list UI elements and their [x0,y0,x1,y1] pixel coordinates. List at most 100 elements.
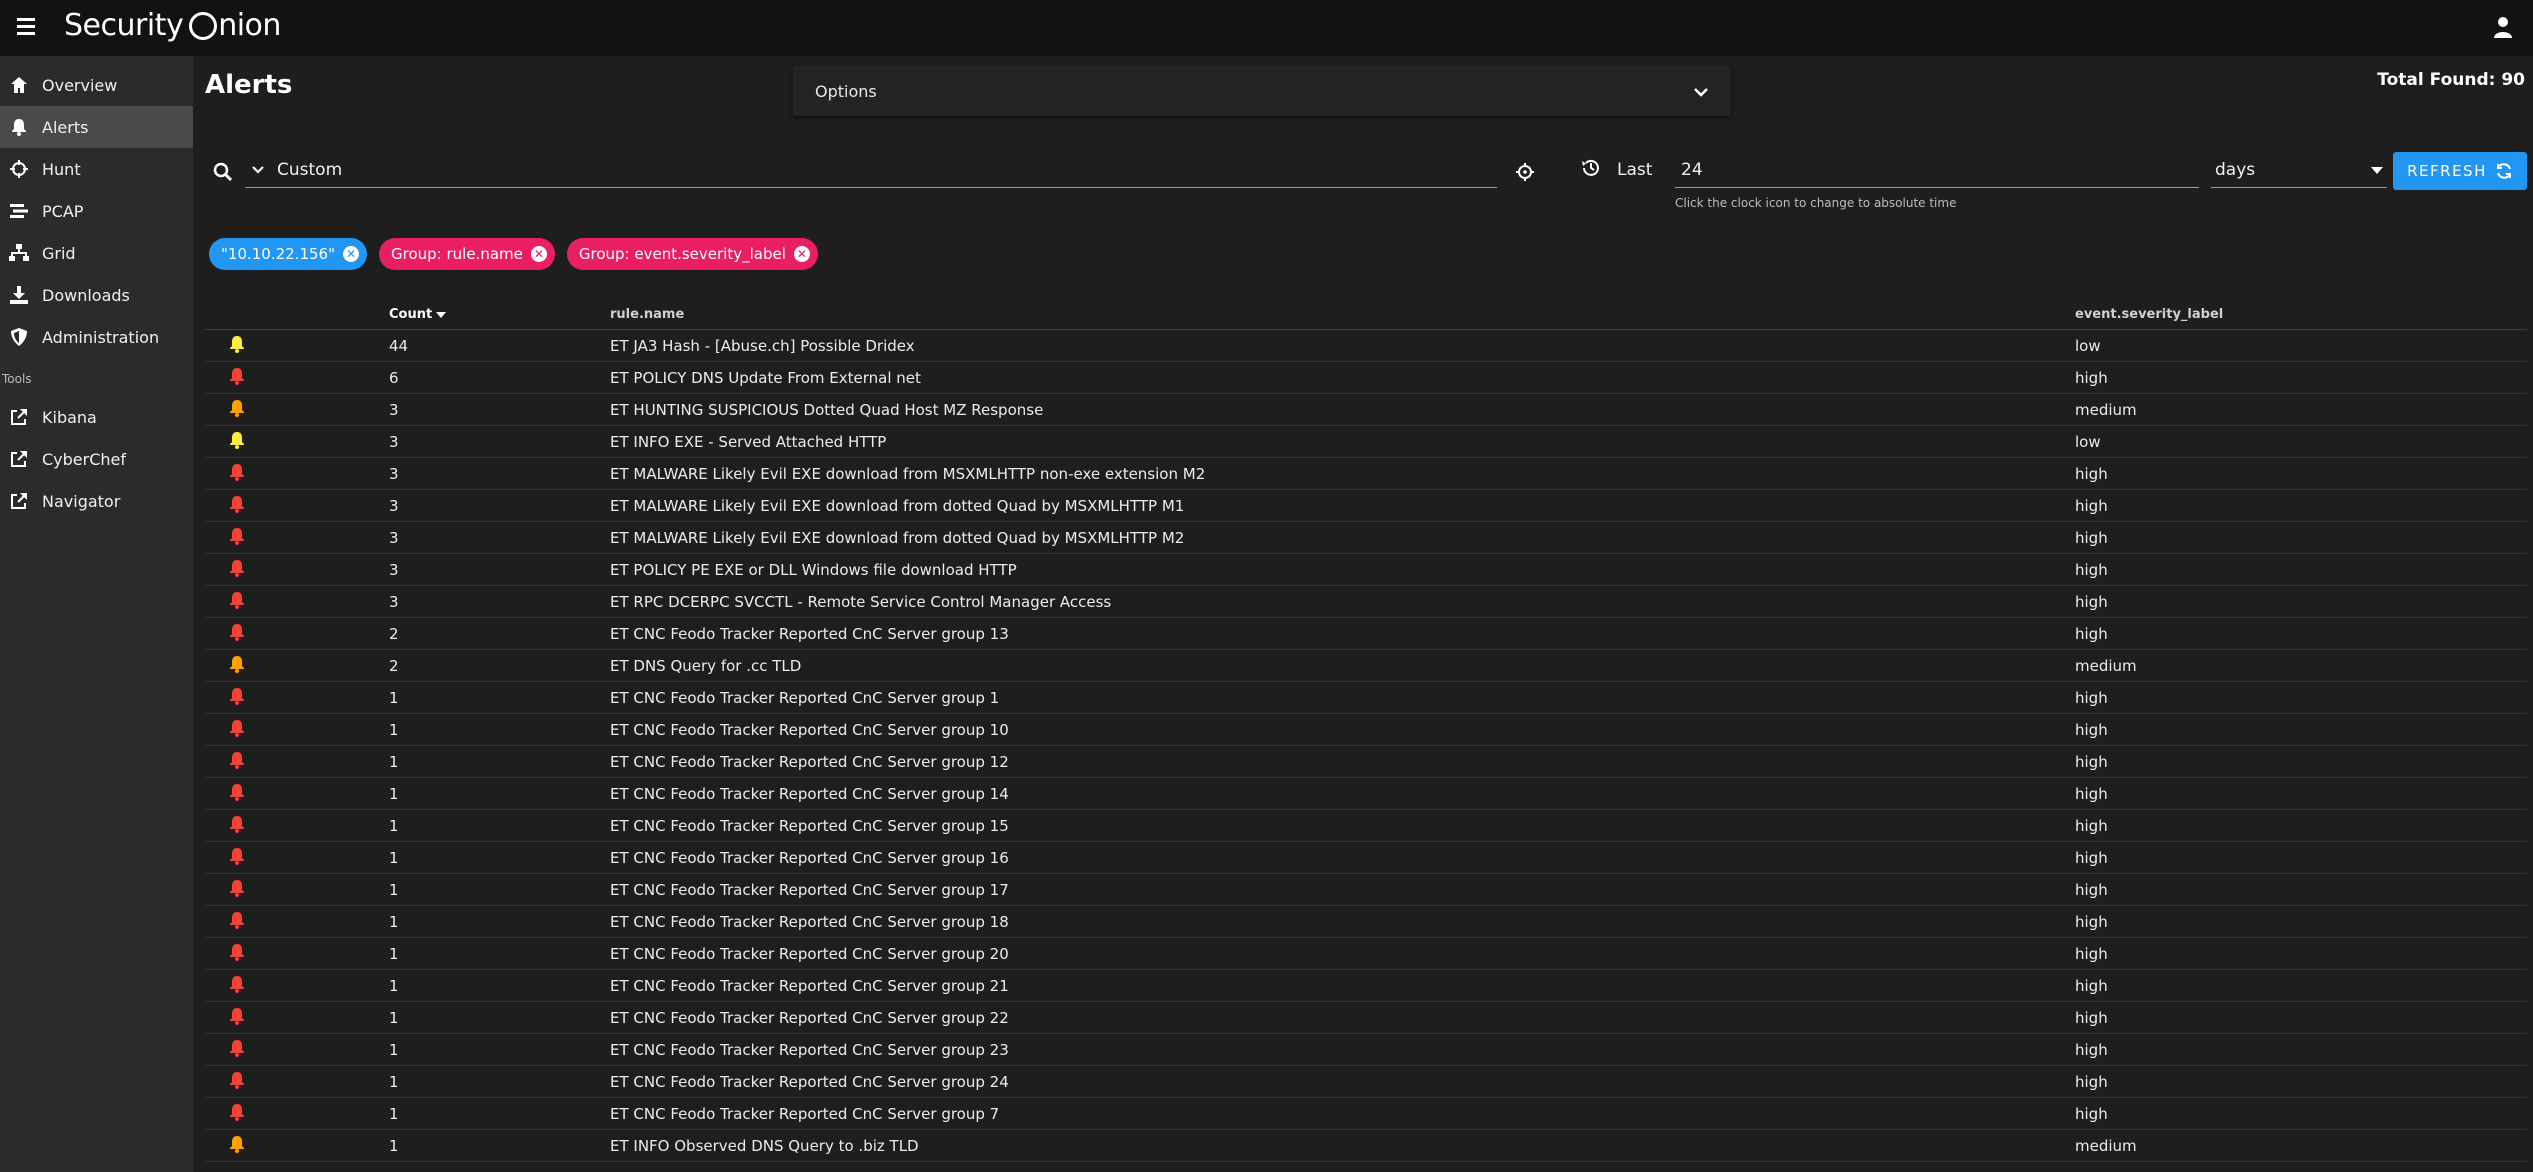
cell-severity[interactable]: high [2075,945,2527,963]
cell-count[interactable]: 1 [389,1137,610,1155]
user-account-icon[interactable] [2491,14,2515,40]
column-header-count[interactable]: Count [389,307,610,322]
cell-count[interactable]: 1 [389,1105,610,1123]
cell-severity[interactable]: medium [2075,1137,2527,1155]
bell-icon[interactable] [229,1071,245,1089]
cell-severity[interactable]: high [2075,561,2527,579]
cell-severity[interactable]: high [2075,849,2527,867]
cell-severity[interactable]: medium [2075,401,2527,419]
cell-count[interactable]: 6 [389,369,610,387]
sidebar-item-navigator[interactable]: Navigator [0,480,193,522]
filter-chip-ip[interactable]: "10.10.22.156" ✕ [209,238,367,270]
column-header-rule-name[interactable]: rule.name [610,307,2075,322]
table-row[interactable]: 1 ET INFO Observed DNS Query to .biz TLD m… [205,1130,2527,1162]
cell-severity[interactable]: high [2075,369,2527,387]
cell-rule-name[interactable]: ET MALWARE Likely Evil EXE download from… [610,497,2075,515]
cell-rule-name[interactable]: ET HUNTING SUSPICIOUS Dotted Quad Host M… [610,401,2075,419]
group-chip-rule-name[interactable]: Group: rule.name ✕ [379,238,555,270]
cell-severity[interactable]: high [2075,689,2527,707]
table-row[interactable]: 3 ET MALWARE Likely Evil EXE download fro… [205,522,2527,554]
bell-icon[interactable] [229,879,245,897]
bell-icon[interactable] [229,623,245,641]
table-row[interactable]: 6 ET POLICY DNS Update From External net h… [205,362,2527,394]
bell-icon[interactable] [229,687,245,705]
cell-rule-name[interactable]: ET INFO EXE - Served Attached HTTP [610,433,2075,451]
cell-count[interactable]: 1 [389,753,610,771]
cell-severity[interactable]: high [2075,817,2527,835]
cell-severity[interactable]: high [2075,753,2527,771]
cell-count[interactable]: 1 [389,785,610,803]
search-icon[interactable] [213,162,235,184]
time-unit-select[interactable]: days [2211,152,2387,188]
cell-rule-name[interactable]: ET CNC Feodo Tracker Reported CnC Server… [610,849,2075,867]
cell-rule-name[interactable]: ET MALWARE Likely Evil EXE download from… [610,529,2075,547]
table-row[interactable]: 1 ET CNC Feodo Tracker Reported CnC Serve… [205,1066,2527,1098]
cell-count[interactable]: 3 [389,401,610,419]
cell-count[interactable]: 1 [389,1041,610,1059]
refresh-button[interactable]: REFRESH [2393,152,2527,190]
security-onion-logo[interactable]: Security nion [64,8,281,43]
sidebar-item-kibana[interactable]: Kibana [0,396,193,438]
table-row[interactable]: 1 ET CNC Feodo Tracker Reported CnC Serve… [205,746,2527,778]
cell-severity[interactable]: low [2075,337,2527,355]
cell-count[interactable]: 1 [389,721,610,739]
cell-count[interactable]: 1 [389,817,610,835]
bell-icon[interactable] [229,943,245,961]
table-row[interactable]: 3 ET MALWARE Likely Evil EXE download fro… [205,458,2527,490]
table-row[interactable]: 3 ET RPC DCERPC SVCCTL - Remote Service C… [205,586,2527,618]
cell-count[interactable]: 1 [389,1073,610,1091]
table-row[interactable]: 1 ET CNC Feodo Tracker Reported CnC Serve… [205,1034,2527,1066]
cell-rule-name[interactable]: ET CNC Feodo Tracker Reported CnC Server… [610,1041,2075,1059]
crosshairs-icon[interactable] [1515,162,1537,184]
cell-rule-name[interactable]: ET RPC DCERPC SVCCTL - Remote Service Co… [610,593,2075,611]
bell-icon[interactable] [229,367,245,385]
cell-rule-name[interactable]: ET INFO Observed DNS Query to .biz TLD [610,1137,2075,1155]
cell-severity[interactable]: high [2075,721,2527,739]
cell-count[interactable]: 3 [389,561,610,579]
sidebar-item-pcap[interactable]: PCAP [0,190,193,232]
table-row[interactable]: 2 ET DNS Query for .cc TLD medium [205,650,2527,682]
bell-icon[interactable] [229,591,245,609]
relative-time-input[interactable]: 24 [1675,152,2199,188]
cell-rule-name[interactable]: ET CNC Feodo Tracker Reported CnC Server… [610,817,2075,835]
table-row[interactable]: 1 ET CNC Feodo Tracker Reported CnC Serve… [205,778,2527,810]
table-row[interactable]: 3 ET HUNTING SUSPICIOUS Dotted Quad Host … [205,394,2527,426]
cell-severity[interactable]: low [2075,433,2527,451]
cell-count[interactable]: 3 [389,593,610,611]
bell-icon[interactable] [229,751,245,769]
cell-severity[interactable]: high [2075,1073,2527,1091]
cell-severity[interactable]: high [2075,913,2527,931]
bell-icon[interactable] [229,1103,245,1121]
cell-count[interactable]: 1 [389,977,610,995]
table-row[interactable]: 1 ET CNC Feodo Tracker Reported CnC Serve… [205,1002,2527,1034]
cell-rule-name[interactable]: ET CNC Feodo Tracker Reported CnC Server… [610,881,2075,899]
cell-count[interactable]: 3 [389,529,610,547]
cell-count[interactable]: 3 [389,433,610,451]
column-header-severity[interactable]: event.severity_label [2075,307,2527,322]
bell-icon[interactable] [229,847,245,865]
bell-icon[interactable] [229,815,245,833]
bell-icon[interactable] [229,527,245,545]
cell-severity[interactable]: high [2075,497,2527,515]
cell-rule-name[interactable]: ET CNC Feodo Tracker Reported CnC Server… [610,1105,2075,1123]
cell-count[interactable]: 2 [389,657,610,675]
cell-rule-name[interactable]: ET POLICY DNS Update From External net [610,369,2075,387]
cell-severity[interactable]: high [2075,529,2527,547]
bell-icon[interactable] [229,783,245,801]
cell-severity[interactable]: high [2075,593,2527,611]
cell-severity[interactable]: high [2075,881,2527,899]
table-row[interactable]: 1 ET CNC Feodo Tracker Reported CnC Serve… [205,938,2527,970]
bell-icon[interactable] [229,335,245,353]
table-row[interactable]: 3 ET MALWARE Likely Evil EXE download fro… [205,490,2527,522]
cell-severity[interactable]: high [2075,1009,2527,1027]
cell-count[interactable]: 1 [389,945,610,963]
cell-count[interactable]: 44 [389,337,610,355]
close-circle-icon[interactable]: ✕ [343,246,359,262]
cell-count[interactable]: 3 [389,465,610,483]
cell-count[interactable]: 1 [389,1009,610,1027]
table-row[interactable]: 1 ET CNC Feodo Tracker Reported CnC Serve… [205,874,2527,906]
cell-count[interactable]: 1 [389,913,610,931]
sidebar-item-downloads[interactable]: Downloads [0,274,193,316]
cell-severity[interactable]: high [2075,1041,2527,1059]
sidebar-item-grid[interactable]: Grid [0,232,193,274]
